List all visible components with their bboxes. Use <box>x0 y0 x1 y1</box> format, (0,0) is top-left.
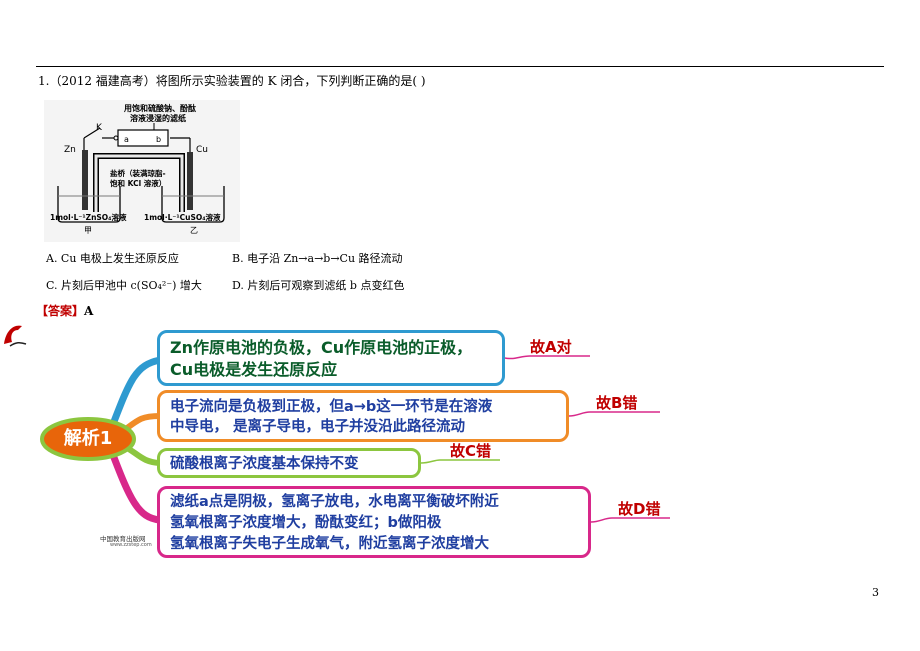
answer: 【答案】A <box>36 302 93 319</box>
analysis-box-1: Zn作原电池的负极，Cu作原电池的正极， Cu电极是发生还原反应 <box>157 330 505 386</box>
box4-line2: 氢氧根离子浓度增大，酚酞变红；b做阳极 <box>170 515 442 531</box>
option-a: A. Cu 电极上发生还原反应 <box>46 252 179 265</box>
box4-line3: 氢氧根离子失电子生成氧气，附近氢离子浓度增大 <box>170 536 489 552</box>
analysis-box-2: 电子流向是负极到正极，但a→b这一环节是在溶液 中导电， 是离子导电，电子并没沿… <box>157 390 569 442</box>
verdict-d: 故D错 <box>618 500 661 518</box>
box3-line1: 硫酸根离子浓度基本保持不变 <box>170 456 359 472</box>
page-number: 3 <box>872 586 879 599</box>
apparatus-figure: 用饱和硫酸钠、酚酞 溶液浸湿的滤纸 K a b Zn Cu 盐桥（装满琼脂- 饱… <box>44 100 240 242</box>
box2-line2: 中导电， 是离子导电，电子并没沿此路径流动 <box>170 419 466 435</box>
header-rule <box>36 66 884 67</box>
paper-label-1: 用饱和硫酸钠、酚酞 <box>123 103 196 113</box>
salt-bridge-label-1: 盐桥（装满琼脂- <box>110 168 166 178</box>
box4-line1: 滤纸a点是阴极，氢离子放电，水电离平衡破坏附近 <box>170 494 499 510</box>
analysis-box-3: 硫酸根离子浓度基本保持不变 <box>157 448 421 478</box>
right-solution-label: 1mol·L⁻¹CuSO₄溶液 <box>144 212 221 222</box>
paper-label-2: 溶液浸湿的滤纸 <box>130 113 186 123</box>
center-label: 解析1 <box>63 428 113 449</box>
left-solution-label: 1mol·L⁻¹ZnSO₄溶液 <box>50 212 127 222</box>
cu-label: Cu <box>196 145 208 155</box>
salt-bridge-label-2: 饱和 KCl 溶液） <box>110 178 166 188</box>
branch-4 <box>106 443 164 524</box>
box1-line1: Zn作原电池的负极，Cu作原电池的正极， <box>170 338 473 357</box>
switch-k <box>83 127 101 139</box>
left-cell-name: 甲 <box>84 226 92 235</box>
answer-value: A <box>84 304 94 318</box>
option-d: D. 片刻后可观察到滤纸 b 点变红色 <box>232 279 405 292</box>
analysis-mindmap: 解析1 Zn作原电池的负极，Cu作原电池的正极， Cu电极是发生还原反应 电子流… <box>0 320 920 580</box>
right-cell-name: 乙 <box>190 226 198 235</box>
cu-electrode <box>187 152 193 210</box>
b-label: b <box>156 135 161 144</box>
answer-label: 【答案】 <box>36 304 85 318</box>
analysis-box-4: 滤纸a点是阴极，氢离子放电，水电离平衡破坏附近 氢氧根离子浓度增大，酚酞变红；b… <box>157 486 591 558</box>
option-b: B. 电子沿 Zn→a→b→Cu 路径流动 <box>232 252 403 265</box>
a-label: a <box>124 135 129 144</box>
box1-line2: Cu电极是发生还原反应 <box>170 360 338 379</box>
publisher-logo-icon <box>4 325 27 347</box>
logo-url: www.zzstep.com <box>110 542 152 548</box>
option-c: C. 片刻后甲池中 c(SO₄²⁻) 增大 <box>46 279 202 292</box>
apparatus-diagram: 用饱和硫酸钠、酚酞 溶液浸湿的滤纸 K a b Zn Cu 盐桥（装满琼脂- 饱… <box>50 103 225 235</box>
question-text: 1.（2012 福建高考）将图所示实验装置的 K 闭合，下列判断正确的是( ) <box>38 74 426 88</box>
verdict-c: 故C错 <box>450 442 492 460</box>
box2-line1: 电子流向是负极到正极，但a→b这一环节是在溶液 <box>170 399 493 415</box>
verdict-b: 故B错 <box>596 394 638 412</box>
zn-electrode <box>82 150 88 210</box>
zn-label: Zn <box>64 145 76 155</box>
verdict-a: 故A对 <box>530 338 572 356</box>
